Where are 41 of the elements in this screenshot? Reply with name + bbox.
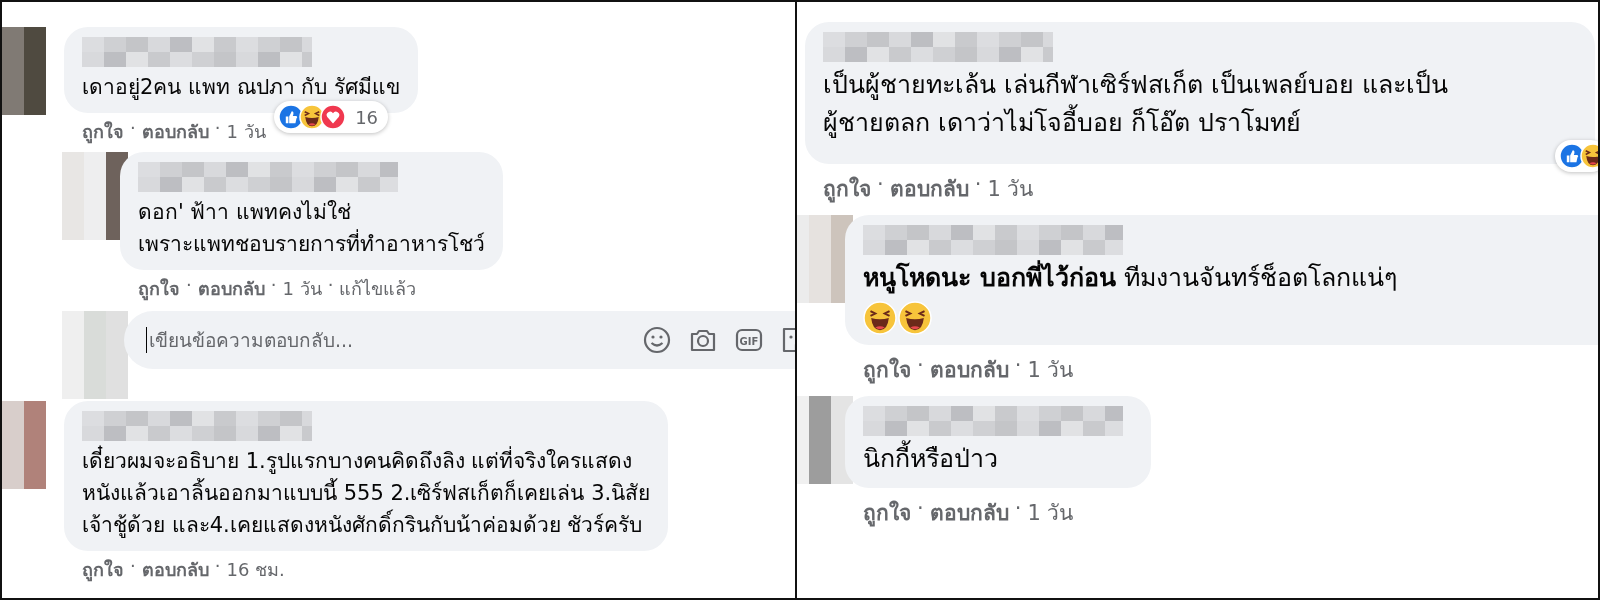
comment-text: เป็นผู้ชายทะเล้น เล่นกีฬาเซิร์ฟสเก็ต เป็นเพลย์บอย และเป็น ผู้ชายตลก เดาว่าไม่โจอี้บอย ก็โอ๊ต ปราโมทย์: [823, 68, 1449, 140]
action-link[interactable]: ตอบกลับ: [889, 172, 969, 205]
separator-dot: ·: [917, 496, 924, 522]
action-link[interactable]: ถูกใจ: [823, 172, 871, 205]
separator-dot: ·: [130, 555, 136, 578]
comment-text: นิกกี้หรือป่าว: [863, 440, 1123, 478]
action-link[interactable]: ตอบกลับ: [141, 555, 209, 584]
separator-dot: ·: [327, 274, 334, 297]
action-link[interactable]: ตอบกลับ: [197, 274, 265, 303]
separator-dot: ·: [214, 117, 221, 140]
separator-dot: ·: [186, 274, 192, 297]
separator-dot: ·: [974, 172, 982, 198]
action-link[interactable]: ตอบกลับ: [929, 353, 1009, 386]
comment-text: ดอก' ฟ้าา แพทคงไม่ใช่ เพราะแพทชอบรายการที่ทำอาหารโชว์: [138, 199, 485, 258]
meta-text: 1 วัน: [282, 277, 322, 301]
action-link[interactable]: ถูกใจ: [82, 117, 124, 146]
reaction-count: 16: [355, 106, 379, 128]
meta-text: 1 วัน: [1027, 357, 1074, 384]
action-link[interactable]: ถูกใจ: [82, 555, 124, 584]
meta-text: แก้ไขแล้ว: [339, 277, 417, 301]
reaction-badge[interactable]: 16: [274, 101, 389, 133]
separator-dot: ·: [1014, 353, 1022, 379]
separator-dot: ·: [877, 172, 884, 198]
comment-text: เดี๋ยวผมจะอธิบาย 1.รูปแรกบางคนคิดถึงลิง แต่ที่จริงใครแสดง หนังแล้วเอาลิ้นออกมาแบบนี้ 555 2.เซิร์ฟสเก็ตก็เคยเล่น 3.นิสัย เจ้าชู้ด้วย และ4.เคยแสดงหนังศักดิ์กรินกับน้าค่อมด้วย ชัวร์ครับ: [82, 445, 651, 541]
comment-text: หนูโหดนะ บอกพี่ไว้ก่อน ทีมงานจันทร์ช็อตโลกแน่ๆ: [863, 259, 1598, 297]
action-link[interactable]: ตอบกลับ: [929, 496, 1009, 529]
meta-text: 1 วัน: [987, 176, 1034, 203]
reply-field[interactable]: เขียนข้อความตอบกลับ... GIF: [124, 311, 795, 369]
separator-dot: ·: [917, 353, 924, 379]
meta-text: 16 ชม.: [226, 558, 285, 582]
separator-dot: ·: [214, 555, 221, 578]
separator-dot: ·: [1014, 496, 1022, 522]
meta-text: 1 วัน: [226, 120, 266, 144]
separator-dot: ·: [270, 274, 277, 297]
comment-text: เดาอยู่2คน แพท ณปภา กับ รัศมีแข: [82, 74, 401, 102]
meta-text: 1 วัน: [1027, 500, 1074, 527]
action-link[interactable]: ตอบกลับ: [141, 117, 209, 146]
separator-dot: ·: [130, 117, 136, 140]
action-link[interactable]: ถูกใจ: [863, 496, 911, 529]
action-link[interactable]: ถูกใจ: [863, 353, 911, 386]
action-link[interactable]: ถูกใจ: [138, 274, 180, 303]
